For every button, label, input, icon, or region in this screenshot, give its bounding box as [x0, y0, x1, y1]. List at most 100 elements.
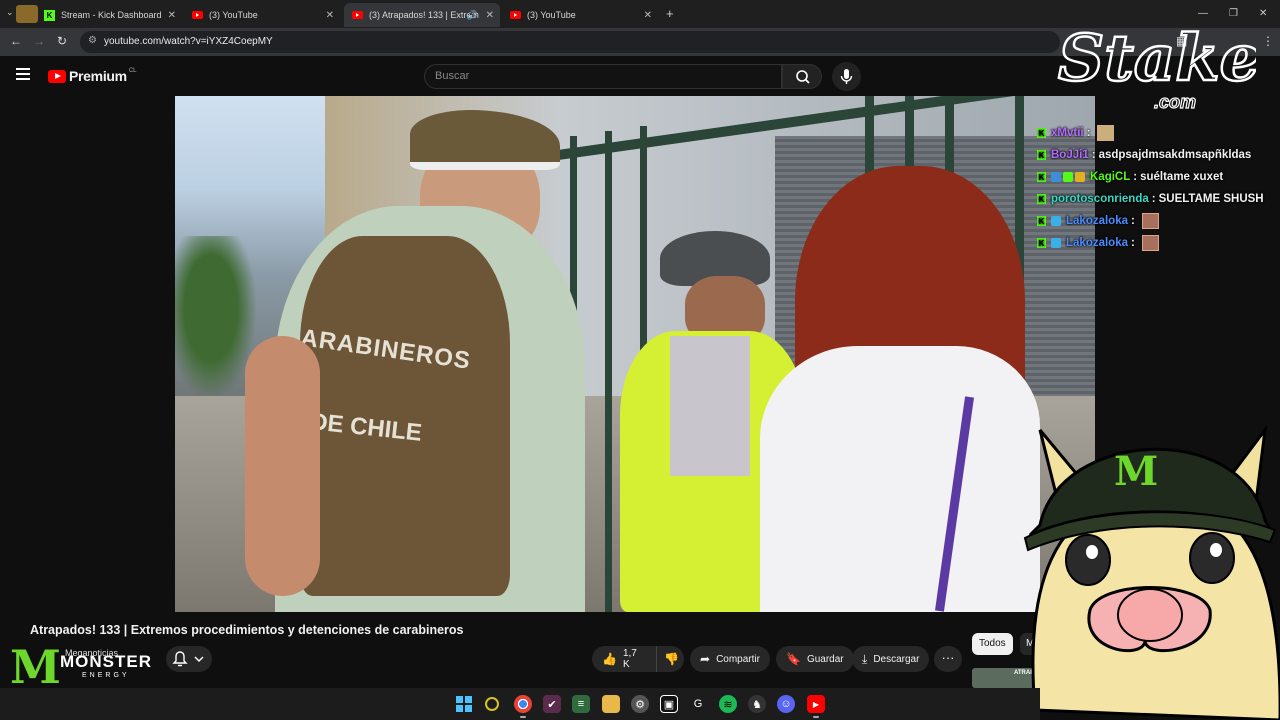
back-icon[interactable]: ←: [10, 34, 22, 48]
stake-logo: Stake .com: [1057, 20, 1256, 112]
vest-text-line2: DE CHILE: [308, 408, 424, 447]
chat-emote-icon: [1141, 235, 1159, 251]
monster-sub: ENERGY: [82, 672, 130, 679]
download-label: Descargar: [873, 653, 920, 665]
close-icon[interactable]: ✕: [168, 10, 176, 21]
tab-title: Stream - Kick Dashboard: [61, 10, 162, 20]
capcut-icon[interactable]: ▣: [660, 695, 678, 713]
share-label: Compartir: [716, 653, 760, 665]
search-placeholder: Buscar: [435, 70, 470, 82]
gate-bar: [605, 131, 612, 612]
svg-text:M: M: [1114, 448, 1158, 495]
speaker-icon[interactable]: 🔊: [467, 10, 478, 21]
file-explorer-icon[interactable]: [602, 695, 620, 713]
dislike-button[interactable]: 👎: [656, 646, 684, 672]
region-code: CL: [128, 68, 137, 74]
close-icon[interactable]: ✕: [326, 10, 334, 21]
reload-icon[interactable]: ↻: [57, 34, 67, 48]
voice-search-button[interactable]: [832, 62, 861, 91]
chat-text: asdpsajdmsakdmsapñkldas: [1098, 149, 1252, 161]
more-actions-button[interactable]: ···: [934, 646, 962, 672]
chat-message: K Lakozaloka :: [1037, 210, 1277, 232]
chat-text: suéltame xuxet: [1140, 171, 1224, 183]
chat-emote-icon: [1097, 125, 1115, 141]
tab-youtube-1[interactable]: (3) YouTube ✕: [184, 4, 340, 26]
stake-tld: .com: [1154, 92, 1196, 112]
tab-search-dropdown[interactable]: ⌄: [6, 7, 14, 18]
address-bar[interactable]: ⚙ youtube.com/watch?v=iYXZ4CoepMY: [80, 31, 1060, 53]
search-button[interactable]: [782, 64, 822, 89]
download-icon: ⤓: [862, 651, 868, 666]
save-button[interactable]: 🔖 Guardar: [776, 646, 854, 672]
chat-username: BoJJi1: [1051, 149, 1089, 161]
youtube-icon: [192, 11, 203, 19]
chip-todos[interactable]: Todos: [972, 633, 1013, 655]
hamburger-menu-icon[interactable]: [16, 68, 30, 80]
video-title: Atrapados! 133 | Extremos procedimientos…: [30, 623, 464, 637]
youtube-icon: [352, 11, 363, 19]
chat-username: Lakozaloka: [1066, 237, 1128, 249]
spotify-icon[interactable]: ≋: [719, 695, 737, 713]
officer-vest: ARABINEROS DE CHILE: [299, 236, 510, 596]
close-icon[interactable]: ✕: [644, 10, 652, 21]
share-icon: ➦: [700, 652, 711, 666]
tab-title: (3) YouTube: [527, 10, 576, 20]
kick-icon: K: [44, 9, 55, 21]
notifications-button[interactable]: [166, 646, 212, 672]
chat-message: K Lakozaloka :: [1037, 232, 1277, 254]
monster-word: MONSTER: [60, 652, 152, 671]
app-icon[interactable]: ⚙: [631, 695, 649, 713]
logo-word: Premium: [69, 68, 127, 84]
app-icon[interactable]: G: [689, 695, 707, 713]
kick-badge-icon: K: [1037, 238, 1046, 248]
chat-message: K xMvtii :: [1037, 122, 1277, 144]
app-icon[interactable]: ✔: [543, 695, 561, 713]
badge-icon: [1063, 172, 1073, 182]
menu-icon[interactable]: ⋮: [1262, 34, 1274, 48]
search-icon: [796, 70, 810, 84]
chat-message: K KagiCL : suéltame xuxet: [1037, 171, 1224, 183]
tab-youtube-2[interactable]: (3) YouTube ✕: [502, 4, 658, 26]
video-player[interactable]: ARABINEROS DE CHILE: [175, 96, 1095, 612]
forward-icon[interactable]: →: [33, 34, 45, 48]
microphone-icon: [840, 69, 853, 84]
app-icon[interactable]: ≡: [572, 695, 590, 713]
app-icon[interactable]: [485, 697, 499, 711]
kick-badge-icon: K: [1037, 128, 1046, 138]
officer-arm: [245, 336, 320, 596]
like-count: 1,7 K: [622, 648, 637, 670]
discord-icon[interactable]: ☺: [777, 695, 795, 713]
tab-title: (3) Atrapados! 133 | Extrem: [369, 10, 479, 20]
chat-username: porotosconrienda: [1051, 193, 1149, 205]
like-button[interactable]: 👍 1,7 K: [592, 646, 656, 672]
url-text: youtube.com/watch?v=iYXZ4CoepMY: [104, 36, 273, 47]
badge-icon: [1051, 216, 1061, 226]
chat-username: xMvtii: [1051, 127, 1084, 139]
stream-chat-overlay: K xMvtii : K BoJJi1 : asdpsajdmsakdmsapñ…: [1037, 122, 1277, 254]
tab-atrapados[interactable]: (3) Atrapados! 133 | Extrem 🔊 ✕: [344, 3, 500, 27]
bookmark-icon: 🔖: [786, 652, 801, 666]
tab-title: (3) YouTube: [209, 10, 258, 20]
profile-avatar-icon[interactable]: [16, 5, 38, 23]
tab-kick-dashboard[interactable]: K Stream - Kick Dashboard ✕: [36, 4, 182, 26]
chat-username: Lakozaloka: [1066, 215, 1128, 227]
start-icon[interactable]: [455, 695, 473, 713]
kick-badge-icon: K: [1037, 172, 1046, 182]
new-tab-button[interactable]: +: [666, 6, 674, 21]
share-button[interactable]: ➦ Compartir: [690, 646, 770, 672]
chat-emote-icon: [1141, 213, 1159, 229]
youtube-app-icon[interactable]: ▶: [807, 695, 825, 718]
search-input[interactable]: Buscar: [424, 64, 782, 89]
kick-badge-icon: K: [1037, 194, 1046, 204]
site-info-icon[interactable]: ⚙: [88, 35, 97, 46]
youtube-logo[interactable]: Premium CL: [48, 68, 136, 84]
close-icon[interactable]: ✕: [486, 10, 494, 21]
youtube-icon: [48, 69, 66, 83]
chrome-icon[interactable]: [514, 695, 532, 718]
close-window-icon[interactable]: ✕: [1259, 8, 1267, 19]
app-icon[interactable]: ♞: [748, 695, 766, 713]
chat-text: SUELTAME SHUSH: [1158, 193, 1264, 205]
download-button[interactable]: ⤓ Descargar: [852, 646, 930, 672]
stake-word: Stake: [1058, 21, 1256, 96]
bell-icon: [172, 651, 204, 667]
